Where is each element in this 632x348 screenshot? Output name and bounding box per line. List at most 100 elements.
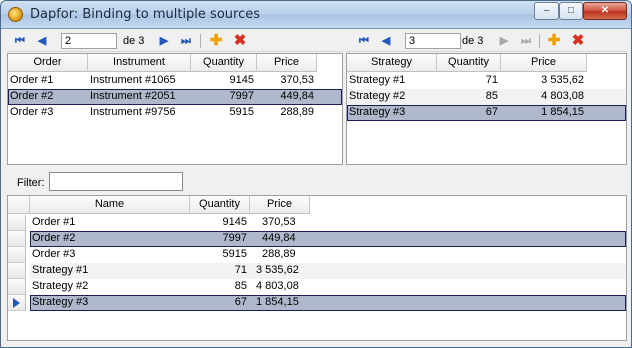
window-title: Dapfor: Binding to multiple sources (30, 7, 260, 22)
cell-order: Order #3 (10, 106, 54, 118)
cell-name: Strategy #2 (32, 280, 89, 292)
cell-name: Order #1 (32, 216, 76, 228)
cell-quantity: 67 (234, 296, 247, 308)
current-row-arrow-icon (13, 298, 20, 308)
column-header-price[interactable]: Price (250, 196, 310, 214)
cell-price: 3 535,62 (541, 74, 584, 86)
column-header-quantity[interactable]: Quantity (190, 196, 250, 214)
combined-grid[interactable]: Name Quantity Price Order #1 9145 370,53… (7, 195, 627, 341)
delete-icon[interactable]: ✖ (569, 32, 587, 50)
move-first-icon[interactable]: ⏮ (11, 32, 29, 50)
add-new-icon[interactable]: ✚ (545, 32, 563, 50)
table-row[interactable]: Order #1 Instrument #1065 9145 370,53 (8, 73, 342, 89)
move-last-icon[interactable]: ⏭ (177, 32, 195, 50)
orders-position-input[interactable]: 2 (61, 33, 117, 49)
cell-price: 449,84 (280, 90, 314, 102)
column-header-price[interactable]: Price (501, 54, 587, 72)
move-previous-icon[interactable]: ◀ (33, 32, 51, 50)
row-header-corner (8, 196, 30, 214)
cell-quantity: 85 (234, 280, 247, 292)
cell-quantity: 5915 (222, 248, 247, 260)
cell-quantity: 7997 (222, 232, 247, 244)
cell-name: Order #3 (32, 248, 76, 260)
table-row-selected[interactable]: Order #2 Instrument #2051 7997 449,84 (8, 89, 342, 105)
cell-price: 4 803,08 (541, 90, 584, 102)
table-row[interactable]: Strategy #1 71 3 535,62 (347, 73, 626, 89)
close-button[interactable]: ✕ (583, 2, 627, 20)
cell-name: Order #2 (32, 232, 76, 244)
cell-price: 288,89 (280, 106, 314, 118)
orders-grid[interactable]: Order Instrument Quantity Price Order #1… (7, 53, 343, 165)
row-header[interactable] (8, 279, 26, 295)
cell-quantity: 71 (234, 264, 247, 276)
cell-quantity: 5915 (229, 106, 254, 118)
cell-instrument: Instrument #9756 (90, 106, 176, 118)
strategies-navigator: ⏮ ◀ 3 de 3 ▶ ⏭ ✚ ✖ (345, 30, 627, 52)
toolbar-separator (200, 34, 201, 48)
cell-quantity: 85 (485, 90, 498, 102)
cell-instrument: Instrument #1065 (90, 74, 176, 86)
orders-count-label: de 3 (123, 35, 145, 47)
move-last-icon: ⏭ (521, 35, 531, 47)
cell-quantity: 9145 (222, 216, 247, 228)
filter-label: Filter: (17, 177, 45, 189)
cell-price: 1 854,15 (541, 106, 584, 118)
table-row-selected[interactable]: Strategy #3 67 1 854,15 (347, 105, 626, 121)
row-header[interactable] (8, 263, 26, 279)
row-header-current[interactable] (8, 295, 26, 311)
cell-quantity: 9145 (229, 74, 254, 86)
cell-price: 3 535,62 (256, 264, 299, 276)
cell-quantity: 67 (485, 106, 498, 118)
column-header-quantity[interactable]: Quantity (191, 54, 257, 72)
cell-price: 288,89 (262, 248, 296, 260)
client-area: ⏮ ◀ 2 de 3 ▶ ⏭ ✚ ✖ ⏮ ◀ 3 de 3 ▶ ⏭ ✚ ✖ Or… (7, 29, 627, 343)
column-header-instrument[interactable]: Instrument (88, 54, 191, 72)
cell-instrument: Instrument #2051 (90, 90, 176, 102)
table-row[interactable]: Order #1 9145 370,53 (30, 215, 626, 231)
cell-order: Order #1 (10, 74, 54, 86)
app-window: Dapfor: Binding to multiple sources – □ … (0, 0, 632, 348)
column-header-order[interactable]: Order (8, 54, 88, 72)
table-row[interactable]: Order #3 Instrument #9756 5915 288,89 (8, 105, 342, 121)
move-previous-icon[interactable]: ◀ (377, 32, 395, 50)
table-row[interactable]: Strategy #1 71 3 535,62 (30, 263, 626, 279)
cell-price: 370,53 (262, 216, 296, 228)
app-icon (8, 7, 23, 22)
cell-name: Strategy #3 (32, 296, 89, 308)
cell-quantity: 7997 (229, 90, 254, 102)
cell-price: 370,53 (280, 74, 314, 86)
table-row[interactable]: Order #3 5915 288,89 (30, 247, 626, 263)
orders-grid-header: Order Instrument Quantity Price (8, 54, 317, 72)
cell-strategy: Strategy #2 (349, 90, 406, 102)
row-header[interactable] (8, 247, 26, 263)
table-row-selected[interactable]: Order #2 7997 449,84 (30, 231, 626, 247)
row-header[interactable] (8, 215, 26, 231)
column-header-strategy[interactable]: Strategy (347, 54, 437, 72)
cell-price: 1 854,15 (256, 296, 299, 308)
table-row[interactable]: Strategy #2 85 4 803,08 (30, 279, 626, 295)
column-header-quantity[interactable]: Quantity (437, 54, 501, 72)
row-header[interactable] (8, 231, 26, 247)
column-header-price[interactable]: Price (257, 54, 317, 72)
filter-input[interactable] (49, 172, 183, 191)
move-next-icon[interactable]: ▶ (155, 32, 173, 50)
cell-strategy: Strategy #1 (349, 74, 406, 86)
maximize-button[interactable]: □ (559, 2, 583, 20)
cell-price: 4 803,08 (256, 280, 299, 292)
toolbar-separator (539, 34, 540, 48)
strategies-count-label: de 3 (462, 35, 484, 47)
strategies-grid-header: Strategy Quantity Price (347, 54, 587, 72)
move-next-icon: ▶ (499, 35, 509, 47)
title-bar[interactable]: Dapfor: Binding to multiple sources – □ … (1, 1, 631, 29)
table-row-selected[interactable]: Strategy #3 67 1 854,15 (30, 295, 626, 311)
move-first-icon[interactable]: ⏮ (355, 32, 373, 50)
table-row[interactable]: Strategy #2 85 4 803,08 (347, 89, 626, 105)
column-header-name[interactable]: Name (30, 196, 190, 214)
strategies-grid[interactable]: Strategy Quantity Price Strategy #1 71 3… (346, 53, 627, 165)
cell-strategy: Strategy #3 (349, 106, 406, 118)
add-new-icon[interactable]: ✚ (207, 32, 225, 50)
cell-order: Order #2 (10, 90, 54, 102)
minimize-button[interactable]: – (534, 2, 559, 20)
delete-icon[interactable]: ✖ (231, 32, 249, 50)
strategies-position-input[interactable]: 3 (405, 33, 461, 49)
